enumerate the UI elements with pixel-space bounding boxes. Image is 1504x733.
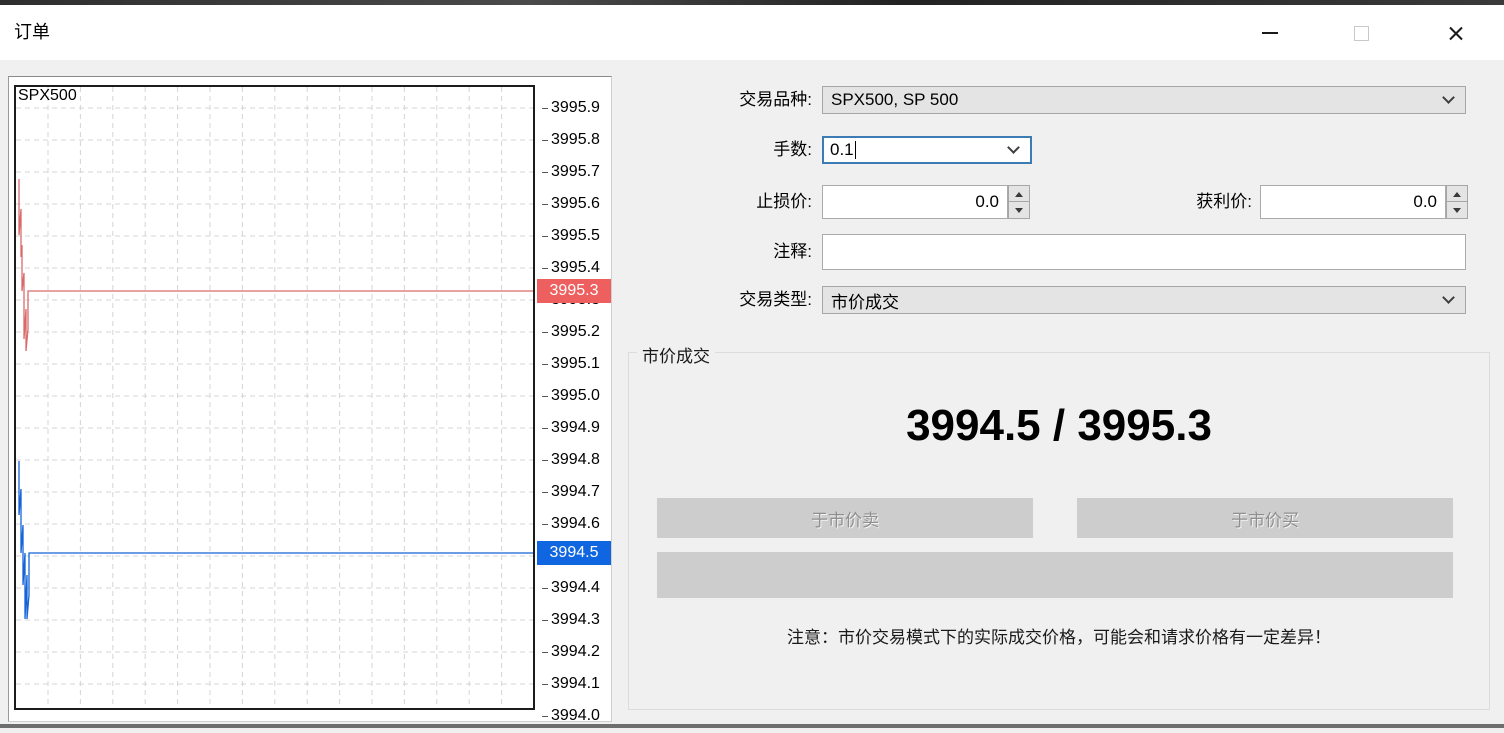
volume-combo[interactable]: 0.1 — [822, 136, 1032, 164]
arrow-down-icon — [1453, 208, 1461, 213]
chevron-down-icon — [1442, 291, 1455, 304]
price-tick-label: 3994.9 — [551, 417, 612, 439]
price-tick-label: 3995.7 — [551, 161, 612, 183]
minimize-button[interactable] — [1255, 19, 1285, 47]
comment-input[interactable] — [822, 234, 1466, 270]
ask-line — [19, 179, 533, 351]
arrow-down-icon — [1015, 208, 1023, 213]
bid-price-badge: 3994.5 — [537, 541, 611, 565]
chevron-down-icon — [1007, 141, 1020, 154]
arrow-up-icon — [1015, 192, 1023, 197]
price-tick-label: 3995.0 — [551, 385, 612, 407]
volume-label: 手数: — [632, 136, 812, 164]
comment-label: 注释: — [632, 234, 812, 270]
take-profit-down-button[interactable] — [1446, 202, 1468, 219]
background-window-edge — [0, 724, 1504, 728]
tick-chart: SPX500 — [14, 85, 535, 710]
symbol-select[interactable]: SPX500, SP 500 — [822, 86, 1466, 114]
price-tick-label: 3994.7 — [551, 481, 612, 503]
arrow-up-icon — [1453, 192, 1461, 197]
market-execution-note: 注意：市价交易模式下的实际成交价格，可能会和请求价格有一定差异！ — [629, 623, 1489, 648]
order-type-label: 交易类型: — [632, 286, 812, 314]
take-profit-spinner — [1446, 185, 1468, 219]
stop-loss-input[interactable]: 0.0 — [822, 185, 1008, 219]
titlebar: 订单 — [0, 5, 1504, 60]
stop-loss-up-button[interactable] — [1008, 185, 1030, 202]
price-tick-label: 3995.6 — [551, 193, 612, 215]
price-tick-label: 3995.1 — [551, 353, 612, 375]
stop-loss-label: 止损价: — [632, 185, 812, 219]
stop-loss-down-button[interactable] — [1008, 202, 1030, 219]
price-tick-label: 3995.2 — [551, 321, 612, 343]
text-caret — [855, 141, 856, 159]
buy-by-market-button[interactable]: 于市价买 — [1077, 498, 1453, 538]
tick-chart-canvas — [16, 87, 533, 708]
chevron-down-icon — [1442, 91, 1455, 104]
disabled-action-bar — [657, 552, 1453, 598]
group-title: 市价成交 — [637, 342, 715, 367]
take-profit-input[interactable]: 0.0 — [1260, 185, 1446, 219]
sell-by-market-button[interactable]: 于市价卖 — [657, 498, 1033, 538]
chart-symbol-label: SPX500 — [18, 87, 77, 105]
price-tick-label: 3995.4 — [551, 257, 612, 279]
price-tick-label: 3995.5 — [551, 225, 612, 247]
chart-grid — [16, 87, 533, 708]
maximize-button — [1346, 19, 1376, 47]
price-tick-label: 3994.1 — [551, 673, 612, 695]
price-tick-label: 3994.3 — [551, 609, 612, 631]
stop-loss-spinner — [1008, 185, 1030, 219]
volume-value: 0.1 — [830, 140, 854, 160]
price-tick-label: 3994.2 — [551, 641, 612, 663]
bid-ask-quote: 3994.5 / 3995.3 — [629, 401, 1489, 451]
symbol-label: 交易品种: — [632, 86, 812, 114]
order-type-select[interactable]: 市价成交 — [822, 286, 1466, 314]
close-icon — [1447, 25, 1464, 42]
price-tick-label: 3994.0 — [551, 705, 612, 722]
order-type-value: 市价成交 — [831, 288, 899, 313]
price-tick-label: 3994.8 — [551, 449, 612, 471]
symbol-select-value: SPX500, SP 500 — [831, 90, 958, 110]
order-dialog: 订单 SPX500 3994.0 3994.1 3994.2 3994.3 3994.4… — [0, 0, 1504, 733]
price-tick-label: 3995.9 — [551, 97, 612, 119]
price-scale: 3994.03994.13994.23994.33994.43994.53994… — [543, 77, 612, 722]
minimize-icon — [1262, 32, 1278, 34]
market-execution-group: 市价成交 3994.5 / 3995.3 于市价卖 于市价买 注意：市价交易模式… — [628, 352, 1490, 710]
tick-chart-panel: SPX500 3994.0 3994.1 3994.2 3994.3 3994.4 399… — [8, 76, 612, 722]
price-tick-label: 3994.6 — [551, 513, 612, 535]
dialog-title: 订单 — [14, 5, 50, 60]
take-profit-label: 获利价: — [1072, 185, 1252, 219]
bid-line — [19, 461, 533, 619]
price-tick-label: 3994.4 — [551, 577, 612, 599]
ask-price-badge: 3995.3 — [537, 279, 611, 303]
take-profit-value: 0.0 — [1413, 192, 1437, 212]
stop-loss-value: 0.0 — [975, 192, 999, 212]
price-tick-label: 3995.8 — [551, 129, 612, 151]
take-profit-up-button[interactable] — [1446, 185, 1468, 202]
close-button[interactable] — [1440, 19, 1470, 47]
maximize-icon — [1354, 26, 1369, 41]
